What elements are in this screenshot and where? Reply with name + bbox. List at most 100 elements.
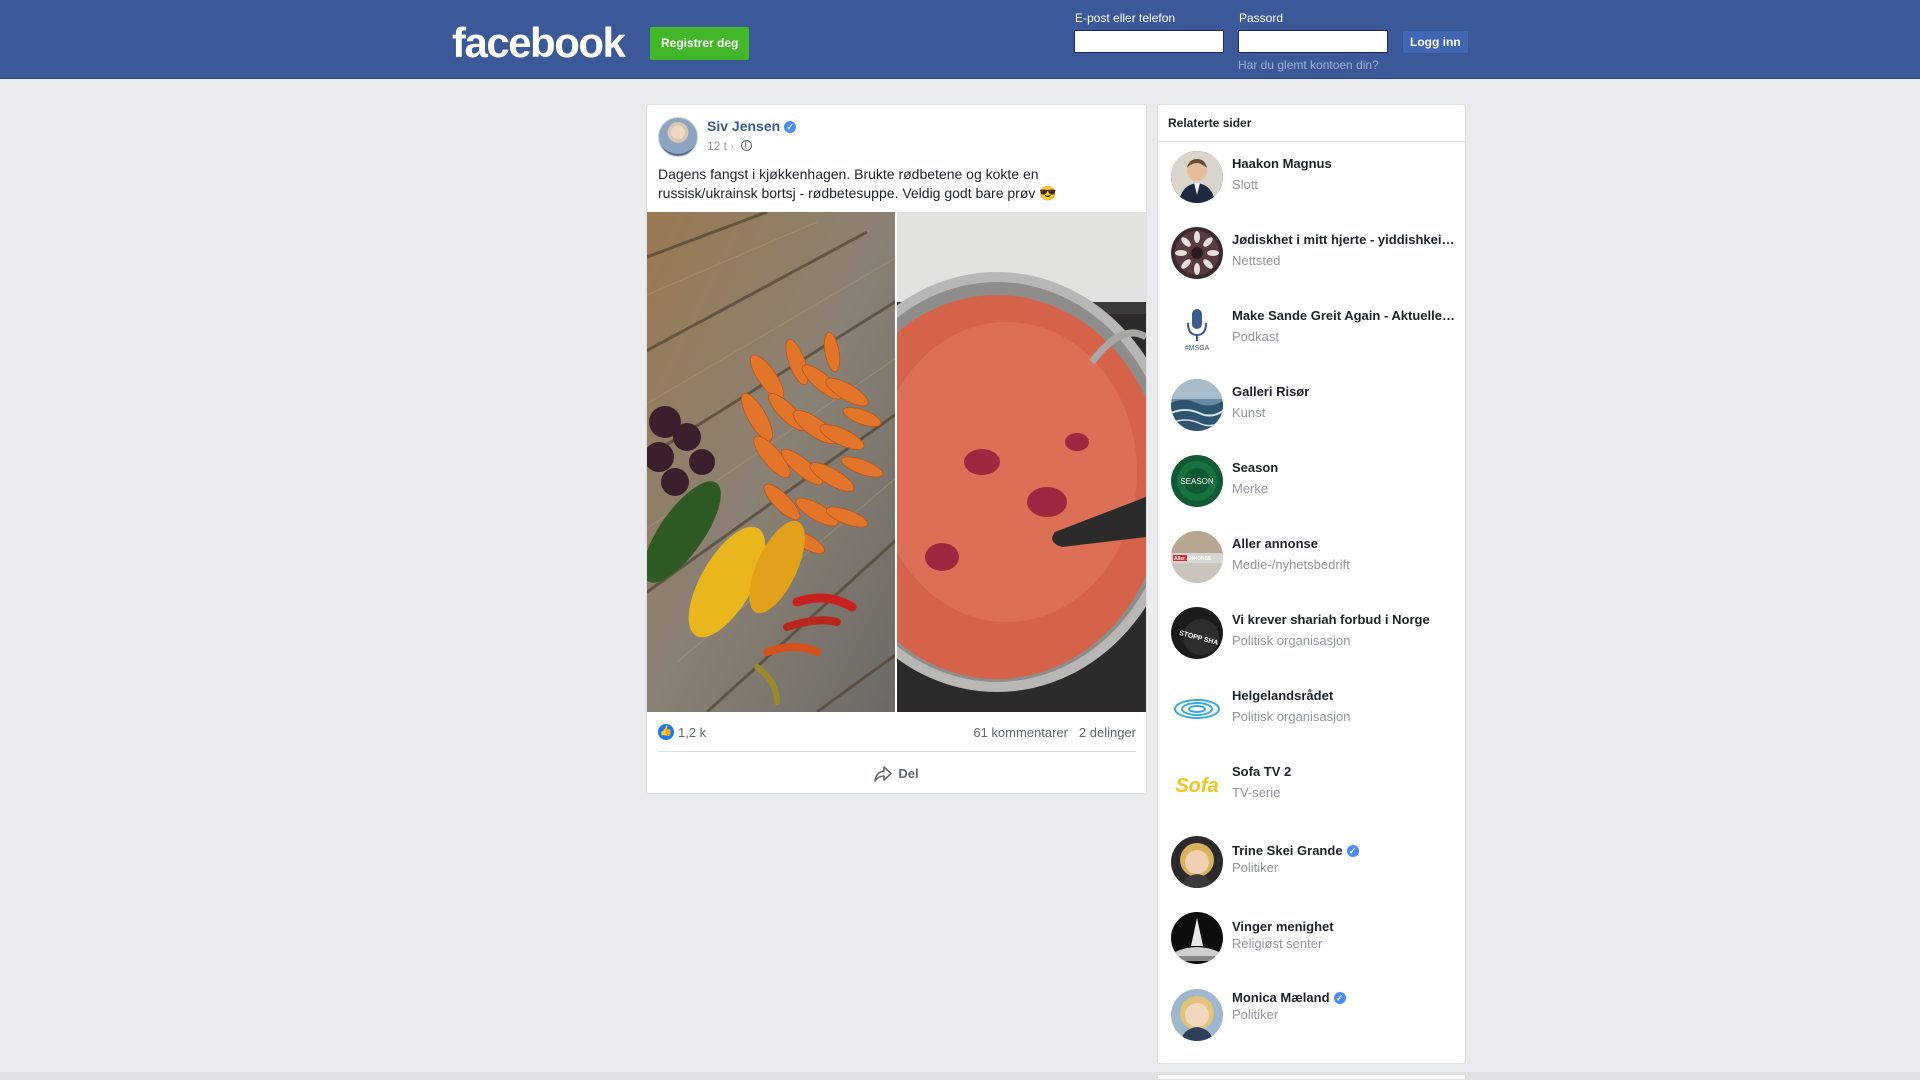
verified-badge-icon: ✓ [784,121,797,133]
post-timestamp[interactable]: 12 t · [707,139,752,153]
post-photo-vegetables[interactable] [647,212,895,712]
related-page-avatar [1171,912,1223,964]
related-page-item[interactable]: Sofa Sofa TV 2 TV-serie [1158,750,1465,826]
verified-badge-icon: ✓ [1346,845,1359,857]
post-time: 12 t · [707,139,735,153]
ornament-illustration [1171,227,1223,279]
related-page-avatar [1171,227,1223,279]
related-page-item[interactable]: SEASON Season Merke [1158,446,1465,522]
share-button[interactable]: Del [647,755,1146,793]
related-page-name: Aller annonse [1232,536,1318,551]
related-page-avatar [1171,683,1223,735]
comments-count[interactable]: 61 kommentarer [973,725,1068,740]
register-button[interactable]: Registrer deg [650,27,750,60]
msga-text: #MSGA [1185,345,1210,352]
soup-illustration [897,212,1146,712]
share-label: Del [898,766,919,781]
related-page-name: Galleri Risør [1232,384,1310,399]
related-page-avatar: STOPP SHA [1171,607,1223,659]
related-page-category: Politisk organisasjon [1232,633,1351,648]
related-page-item[interactable]: Galleri Risør Kunst [1158,370,1465,446]
related-page-item[interactable]: Haakon Magnus Slott [1158,142,1465,218]
related-page-category: Religiøst senter [1232,936,1323,951]
church-illustration [1171,912,1223,964]
globe-icon [740,140,752,151]
verified-badge-icon: ✓ [1333,992,1346,1004]
like-count[interactable]: 1,2 k [678,725,706,740]
related-page-category: Merke [1232,481,1269,496]
next-panel-edge [1157,1074,1466,1080]
person-illustration [1171,836,1223,888]
author-avatar[interactable] [658,117,698,157]
related-page-name: Make Sande Greit Again - Aktuelle saker [1232,308,1457,323]
ripple-logo [1171,683,1223,735]
related-page-category: Nettsted [1232,253,1281,268]
post-author-link[interactable]: Siv Jensen ✓ [707,118,797,134]
related-page-name: Sofa TV 2 [1232,764,1292,779]
related-page-name: Season [1232,460,1279,475]
related-page-category: Politiker [1232,1007,1279,1022]
related-page-item[interactable]: #MSGA Make Sande Greit Again - Aktuelle … [1158,294,1465,370]
related-page-avatar [1171,379,1223,431]
top-navigation-bar: facebook Registrer deg E-post eller tele… [0,0,1920,79]
season-text: SEASON [1180,477,1214,486]
post-photo-soup[interactable] [897,212,1146,712]
related-page-item[interactable]: Jødiskhet i mitt hjerte - yiddishkeit in… [1158,218,1465,294]
aller-logo: Aller ANNONSE [1171,531,1223,583]
email-field[interactable] [1074,30,1224,53]
emoji-sunglasses: 😎 [1039,185,1057,201]
person-illustration [1171,151,1223,203]
password-label: Passord [1239,11,1284,25]
post-text-line-2: russisk/ukrainsk bortsj - rødbetesuppe. … [658,185,1036,201]
related-page-avatar [1171,151,1223,203]
related-page-category: Politisk organisasjon [1232,709,1351,724]
related-page-item[interactable]: Vinger menighet Religiøst senter [1158,903,1465,979]
related-page-avatar: SEASON [1171,455,1223,507]
related-page-category: Slott [1232,177,1259,192]
related-pages-panel: Relaterte sider Haakon Magnus Slott Jødi… [1157,104,1466,1064]
shares-count[interactable]: 2 delinger [1079,725,1136,740]
related-page-name: Jødiskhet i mitt hjerte - yiddishkeit in… [1232,232,1457,247]
related-page-avatar: Aller ANNONSE [1171,531,1223,583]
related-page-avatar: #MSGA [1171,303,1223,355]
share-icon [874,766,893,782]
related-page-name: Helgelandsrådet [1232,688,1334,703]
related-page-name-text: Monica Mæland [1232,990,1330,1005]
related-page-item[interactable]: Monica Mæland ✓ Politiker [1158,980,1465,1056]
related-page-name: Vi krever shariah forbud i Norge [1232,612,1430,627]
password-field[interactable] [1238,30,1388,53]
login-button[interactable]: Logg inn [1402,30,1469,54]
stop-sign-illustration: STOPP SHA [1171,607,1223,659]
related-page-item[interactable]: Trine Skei Grande ✓ Politiker [1158,827,1465,903]
microphone-illustration: #MSGA [1171,303,1223,355]
related-page-avatar [1171,989,1223,1041]
related-page-avatar: Sofa [1171,759,1223,811]
page-bottom-edge [0,1072,1920,1080]
related-page-item[interactable]: Aller ANNONSE Aller annonse Medie-/nyhet… [1158,522,1465,598]
post-text-line-1: Dagens fangst i kjøkkenhagen. Brukte rød… [658,166,1039,182]
vegetables-illustration [647,212,895,712]
related-page-category: Kunst [1232,405,1266,420]
reactions-summary: 👍 1,2 k 61 kommentarer 2 delinger [658,722,1136,742]
related-page-name-text: Trine Skei Grande [1232,843,1343,858]
like-icon: 👍 [658,724,674,740]
aller-text: Aller ANNONSE [1174,556,1212,562]
facebook-logo[interactable]: facebook [452,18,626,68]
sofa-text: Sofa [1175,775,1218,797]
related-page-category: TV-serie [1232,785,1281,800]
forgot-account-link[interactable]: Har du glemt kontoen din? [1238,58,1379,72]
season-logo: SEASON [1171,455,1223,507]
related-page-item[interactable]: Helgelandsrådet Politisk organisasjon [1158,674,1465,750]
related-page-category: Medie-/nyhetsbedrift [1232,557,1350,572]
person-illustration [1171,989,1223,1041]
related-page-category: Podkast [1232,329,1279,344]
email-label: E-post eller telefon [1075,11,1176,25]
related-pages-title: Relaterte sider [1158,105,1465,142]
related-page-name: Haakon Magnus [1232,156,1332,171]
related-page-category: Politiker [1232,860,1279,875]
related-page-name: Monica Mæland ✓ [1232,990,1457,1005]
related-page-avatar [1171,836,1223,888]
post-text: Dagens fangst i kjøkkenhagen. Brukte rød… [658,165,1138,203]
related-page-item[interactable]: STOPP SHA Vi krever shariah forbud i Nor… [1158,598,1465,674]
divider [658,751,1136,752]
